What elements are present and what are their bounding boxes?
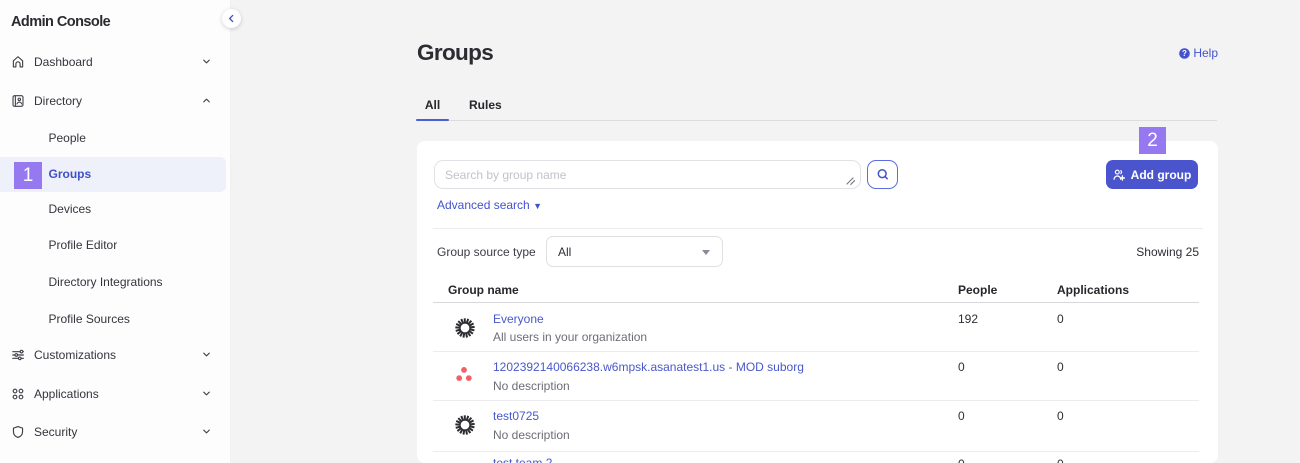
svg-text:?: ? xyxy=(1182,49,1187,58)
